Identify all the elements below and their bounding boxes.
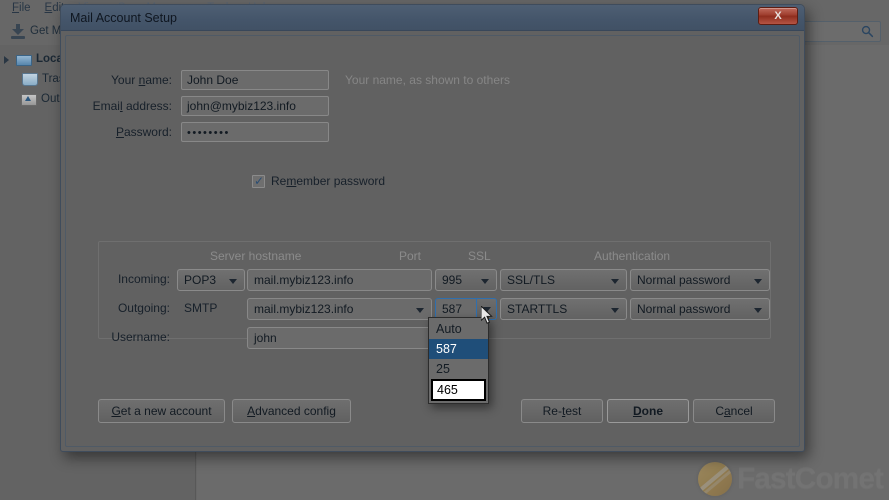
field-row-email: Email address: john@mybiz123.info	[66, 96, 329, 116]
incoming-label: Incoming:	[74, 272, 170, 286]
password-input[interactable]: ••••••••	[181, 122, 329, 142]
port-option-465[interactable]: 465	[431, 379, 486, 401]
outgoing-ssl-dropdown[interactable]: STARTTLS	[500, 298, 627, 320]
outgoing-port-value: 587	[442, 302, 462, 316]
outgoing-hostname-value: mail.mybiz123.info	[254, 302, 353, 316]
port-option-25[interactable]: 25	[429, 359, 488, 379]
done-button[interactable]: Done	[607, 399, 689, 423]
outgoing-label: Outgoing:	[74, 301, 170, 315]
incoming-auth-value: Normal password	[637, 273, 730, 287]
port-option-587[interactable]: 587	[429, 339, 488, 359]
username-input[interactable]: john	[247, 327, 432, 349]
chevron-down-icon	[611, 279, 619, 284]
chevron-down-icon	[416, 308, 424, 313]
outgoing-auth-value: Normal password	[637, 302, 730, 316]
outgoing-ssl-value: STARTTLS	[507, 302, 567, 316]
chevron-down-icon	[481, 279, 489, 284]
column-header-hostname: Server hostname	[210, 249, 301, 263]
column-header-ssl: SSL	[468, 249, 491, 263]
cancel-button[interactable]: Cancel	[693, 399, 775, 423]
dialog-title: Mail Account Setup	[61, 11, 177, 25]
incoming-protocol-dropdown[interactable]: POP3	[177, 269, 245, 291]
incoming-ssl-value: SSL/TLS	[507, 273, 555, 287]
dialog-titlebar[interactable]: Mail Account Setup X	[61, 5, 804, 31]
remember-password-label: Remember password	[271, 174, 385, 188]
your-name-input[interactable]: John Doe	[181, 70, 329, 90]
email-label: Email address:	[66, 99, 181, 113]
port-option-auto[interactable]: Auto	[429, 319, 488, 339]
done-label: Done	[633, 404, 663, 418]
outgoing-port-dropdown-arrow[interactable]	[476, 299, 496, 319]
remember-password-checkbox[interactable]: ✓	[252, 175, 265, 188]
port-dropdown-popup[interactable]: Auto 587 25 465	[428, 317, 489, 404]
advanced-config-button[interactable]: Advanced config	[232, 399, 351, 423]
chevron-down-icon	[483, 307, 491, 312]
outgoing-protocol-static: SMTP	[184, 301, 217, 315]
email-input[interactable]: john@mybiz123.info	[181, 96, 329, 116]
incoming-hostname-input[interactable]: mail.mybiz123.info	[247, 269, 432, 291]
incoming-ssl-dropdown[interactable]: SSL/TLS	[500, 269, 627, 291]
password-label: Password:	[66, 125, 181, 139]
get-new-account-button[interactable]: Get a new account	[98, 399, 225, 423]
close-button[interactable]: X	[758, 7, 798, 25]
password-masked-value: ••••••••	[187, 127, 230, 139]
column-header-port: Port	[399, 249, 421, 263]
chevron-down-icon	[229, 279, 237, 284]
your-name-hint: Your name, as shown to others	[329, 73, 510, 87]
advanced-config-label: Advanced config	[247, 404, 336, 418]
chevron-down-icon	[754, 279, 762, 284]
chevron-down-icon	[754, 308, 762, 313]
remember-password-row[interactable]: ✓ Remember password	[252, 174, 385, 188]
chevron-down-icon	[611, 308, 619, 313]
field-row-your-name: Your name: John Doe Your name, as shown …	[66, 70, 510, 90]
your-name-label: Your name:	[66, 73, 181, 87]
field-row-password: Password: ••••••••	[66, 122, 329, 142]
check-icon: ✓	[254, 175, 264, 188]
retest-label: Re-test	[543, 404, 582, 418]
username-label: Username:	[74, 330, 170, 344]
cancel-label: Cancel	[715, 404, 752, 418]
get-new-account-label: Get a new account	[111, 404, 211, 418]
incoming-port-dropdown[interactable]: 995	[435, 269, 497, 291]
incoming-protocol-value: POP3	[184, 273, 216, 287]
retest-button[interactable]: Re-test	[521, 399, 603, 423]
incoming-port-value: 995	[442, 273, 462, 287]
column-header-auth: Authentication	[594, 249, 670, 263]
incoming-auth-dropdown[interactable]: Normal password	[630, 269, 770, 291]
close-icon: X	[774, 11, 781, 22]
outgoing-hostname-dropdown[interactable]: mail.mybiz123.info	[247, 298, 432, 320]
outgoing-auth-dropdown[interactable]: Normal password	[630, 298, 770, 320]
